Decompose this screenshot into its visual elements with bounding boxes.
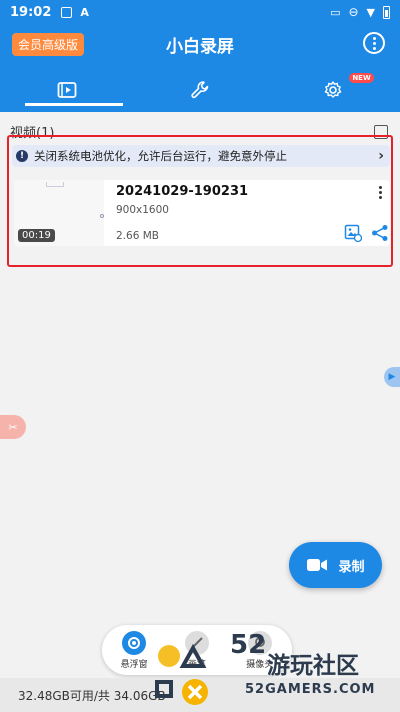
video-size: 2.66 MB [116,230,159,242]
video-item[interactable]: 00:19 20241029-190231 900x1600 2.66 MB [14,180,390,246]
cast-icon: ▭ [330,5,341,19]
video-menu-icon[interactable] [379,186,382,199]
camera-icon [307,559,328,571]
battery-notice[interactable]: ! 关闭系统电池优化，允许后台运行，避免意外停止 › [12,145,390,167]
watermark-english: 52GAMERS.COM [245,682,376,697]
watermark-number: 52 [230,630,267,660]
status-time: 19:02 [10,4,52,20]
video-filename: 20241029-190231 [116,184,249,199]
side-tool-handle[interactable]: ✂ [0,415,26,439]
notification-icon [61,6,73,18]
video-thumbnail[interactable]: 00:19 [14,180,104,246]
play-icon: ▶ [388,372,396,382]
share-icon[interactable] [370,224,390,242]
app-bar: 会员高级版 小白录屏 NEW [0,24,400,112]
app-title: 小白录屏 [166,37,234,57]
wifi-icon: ▼ [366,5,375,19]
new-badge: NEW [349,73,374,83]
tab-tools[interactable] [133,68,266,112]
status-bar: 19:02 A ▭ ⊖ ▼ [0,0,400,24]
dnd-icon: ⊖ [348,5,359,19]
storage-text: 32.48GB可用/共 34.06GB [18,688,166,703]
watermark: 52 游玩社区 52GAMERS.COM [155,630,400,710]
video-duration: 00:19 [18,229,55,242]
gear-icon [325,81,342,98]
app-notification-icon: A [80,5,89,19]
video-list-icon [57,82,77,98]
warning-icon: ! [16,150,28,162]
video-resolution: 900x1600 [116,204,169,216]
videos-panel: 视频(1) ! 关闭系统电池优化，允许后台运行，避免意外停止 › 00:19 2… [0,112,400,672]
floating-window-icon [122,630,147,655]
chevron-right-icon: › [378,148,384,164]
watermark-chinese: 游玩社区 [267,653,359,679]
edit-image-icon[interactable] [344,224,362,242]
tab-videos[interactable] [0,68,133,112]
tab-settings[interactable]: NEW [267,68,400,112]
tab-bar: NEW [0,68,400,112]
record-label: 录制 [338,559,365,575]
side-video-handle[interactable]: ▶ [384,367,400,387]
record-button[interactable]: 录制 [289,542,382,588]
notice-text: 关闭系统电池优化，允许后台运行，避免意外停止 [34,149,287,163]
wrench-icon [191,81,209,99]
floating-window-toggle[interactable]: 悬浮窗 [120,630,148,670]
scissors-icon: ✂ [8,420,18,434]
battery-icon [383,5,390,19]
more-options-icon[interactable] [363,32,385,54]
floating-window-label: 悬浮窗 [120,659,148,670]
